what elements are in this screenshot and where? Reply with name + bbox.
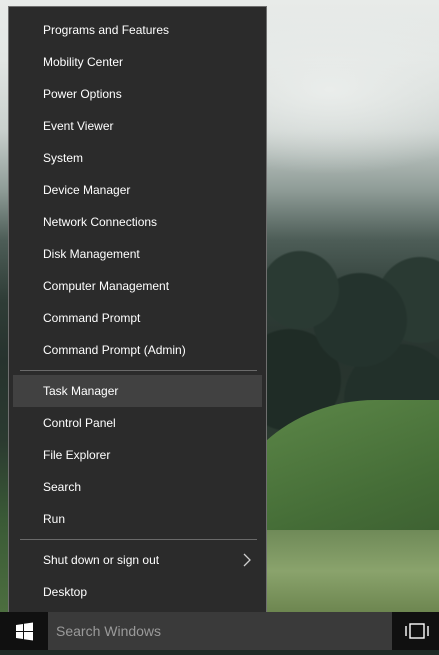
menu-item-label: Disk Management xyxy=(43,247,140,261)
search-placeholder: Search Windows xyxy=(56,623,162,639)
menu-item-task-manager[interactable]: Task Manager xyxy=(13,375,262,407)
menu-item-command-prompt-admin[interactable]: Command Prompt (Admin) xyxy=(13,334,262,366)
menu-item-label: Power Options xyxy=(43,87,122,101)
menu-item-label: Command Prompt (Admin) xyxy=(43,343,186,357)
menu-item-event-viewer[interactable]: Event Viewer xyxy=(13,110,262,142)
menu-item-label: Computer Management xyxy=(43,279,170,293)
menu-item-label: Network Connections xyxy=(43,215,158,229)
power-user-menu: Programs and Features Mobility Center Po… xyxy=(8,6,267,615)
menu-item-label: Search xyxy=(43,480,82,494)
menu-item-mobility-center[interactable]: Mobility Center xyxy=(13,46,262,78)
task-view-button[interactable] xyxy=(396,612,436,650)
menu-item-desktop[interactable]: Desktop xyxy=(13,576,262,608)
menu-item-shut-down-or-sign-out[interactable]: Shut down or sign out xyxy=(13,544,262,576)
taskbar: Search Windows xyxy=(0,612,439,650)
menu-item-label: Programs and Features xyxy=(43,23,170,37)
menu-item-run[interactable]: Run xyxy=(13,503,262,535)
menu-item-power-options[interactable]: Power Options xyxy=(13,78,262,110)
windows-logo-icon xyxy=(0,622,48,654)
grass-field xyxy=(260,530,439,612)
menu-item-label: Event Viewer xyxy=(43,119,114,133)
menu-item-device-manager[interactable]: Device Manager xyxy=(13,174,262,206)
menu-item-search[interactable]: Search xyxy=(13,471,262,503)
menu-item-label: Mobility Center xyxy=(43,55,124,69)
menu-item-control-panel[interactable]: Control Panel xyxy=(13,407,262,439)
menu-item-disk-management[interactable]: Disk Management xyxy=(13,238,262,270)
menu-item-label: Device Manager xyxy=(43,183,131,197)
menu-item-label: Shut down or sign out xyxy=(43,553,160,567)
start-button[interactable] xyxy=(0,612,48,650)
menu-item-label: System xyxy=(43,151,84,165)
menu-separator xyxy=(20,539,257,540)
menu-item-command-prompt[interactable]: Command Prompt xyxy=(13,302,262,334)
menu-item-system[interactable]: System xyxy=(13,142,262,174)
menu-item-label: Run xyxy=(43,512,66,526)
menu-separator xyxy=(20,370,257,371)
menu-item-label: Control Panel xyxy=(43,416,116,430)
search-box[interactable]: Search Windows xyxy=(48,612,392,650)
menu-item-network-connections[interactable]: Network Connections xyxy=(13,206,262,238)
menu-item-file-explorer[interactable]: File Explorer xyxy=(13,439,262,471)
menu-item-programs-and-features[interactable]: Programs and Features xyxy=(13,14,262,46)
menu-item-label: Command Prompt xyxy=(43,311,141,325)
menu-item-label: Task Manager xyxy=(43,384,119,398)
menu-item-computer-management[interactable]: Computer Management xyxy=(13,270,262,302)
menu-item-label: Desktop xyxy=(43,585,88,599)
menu-item-label: File Explorer xyxy=(43,448,111,462)
task-view-icon xyxy=(396,623,436,654)
chevron-right-icon xyxy=(240,544,254,576)
